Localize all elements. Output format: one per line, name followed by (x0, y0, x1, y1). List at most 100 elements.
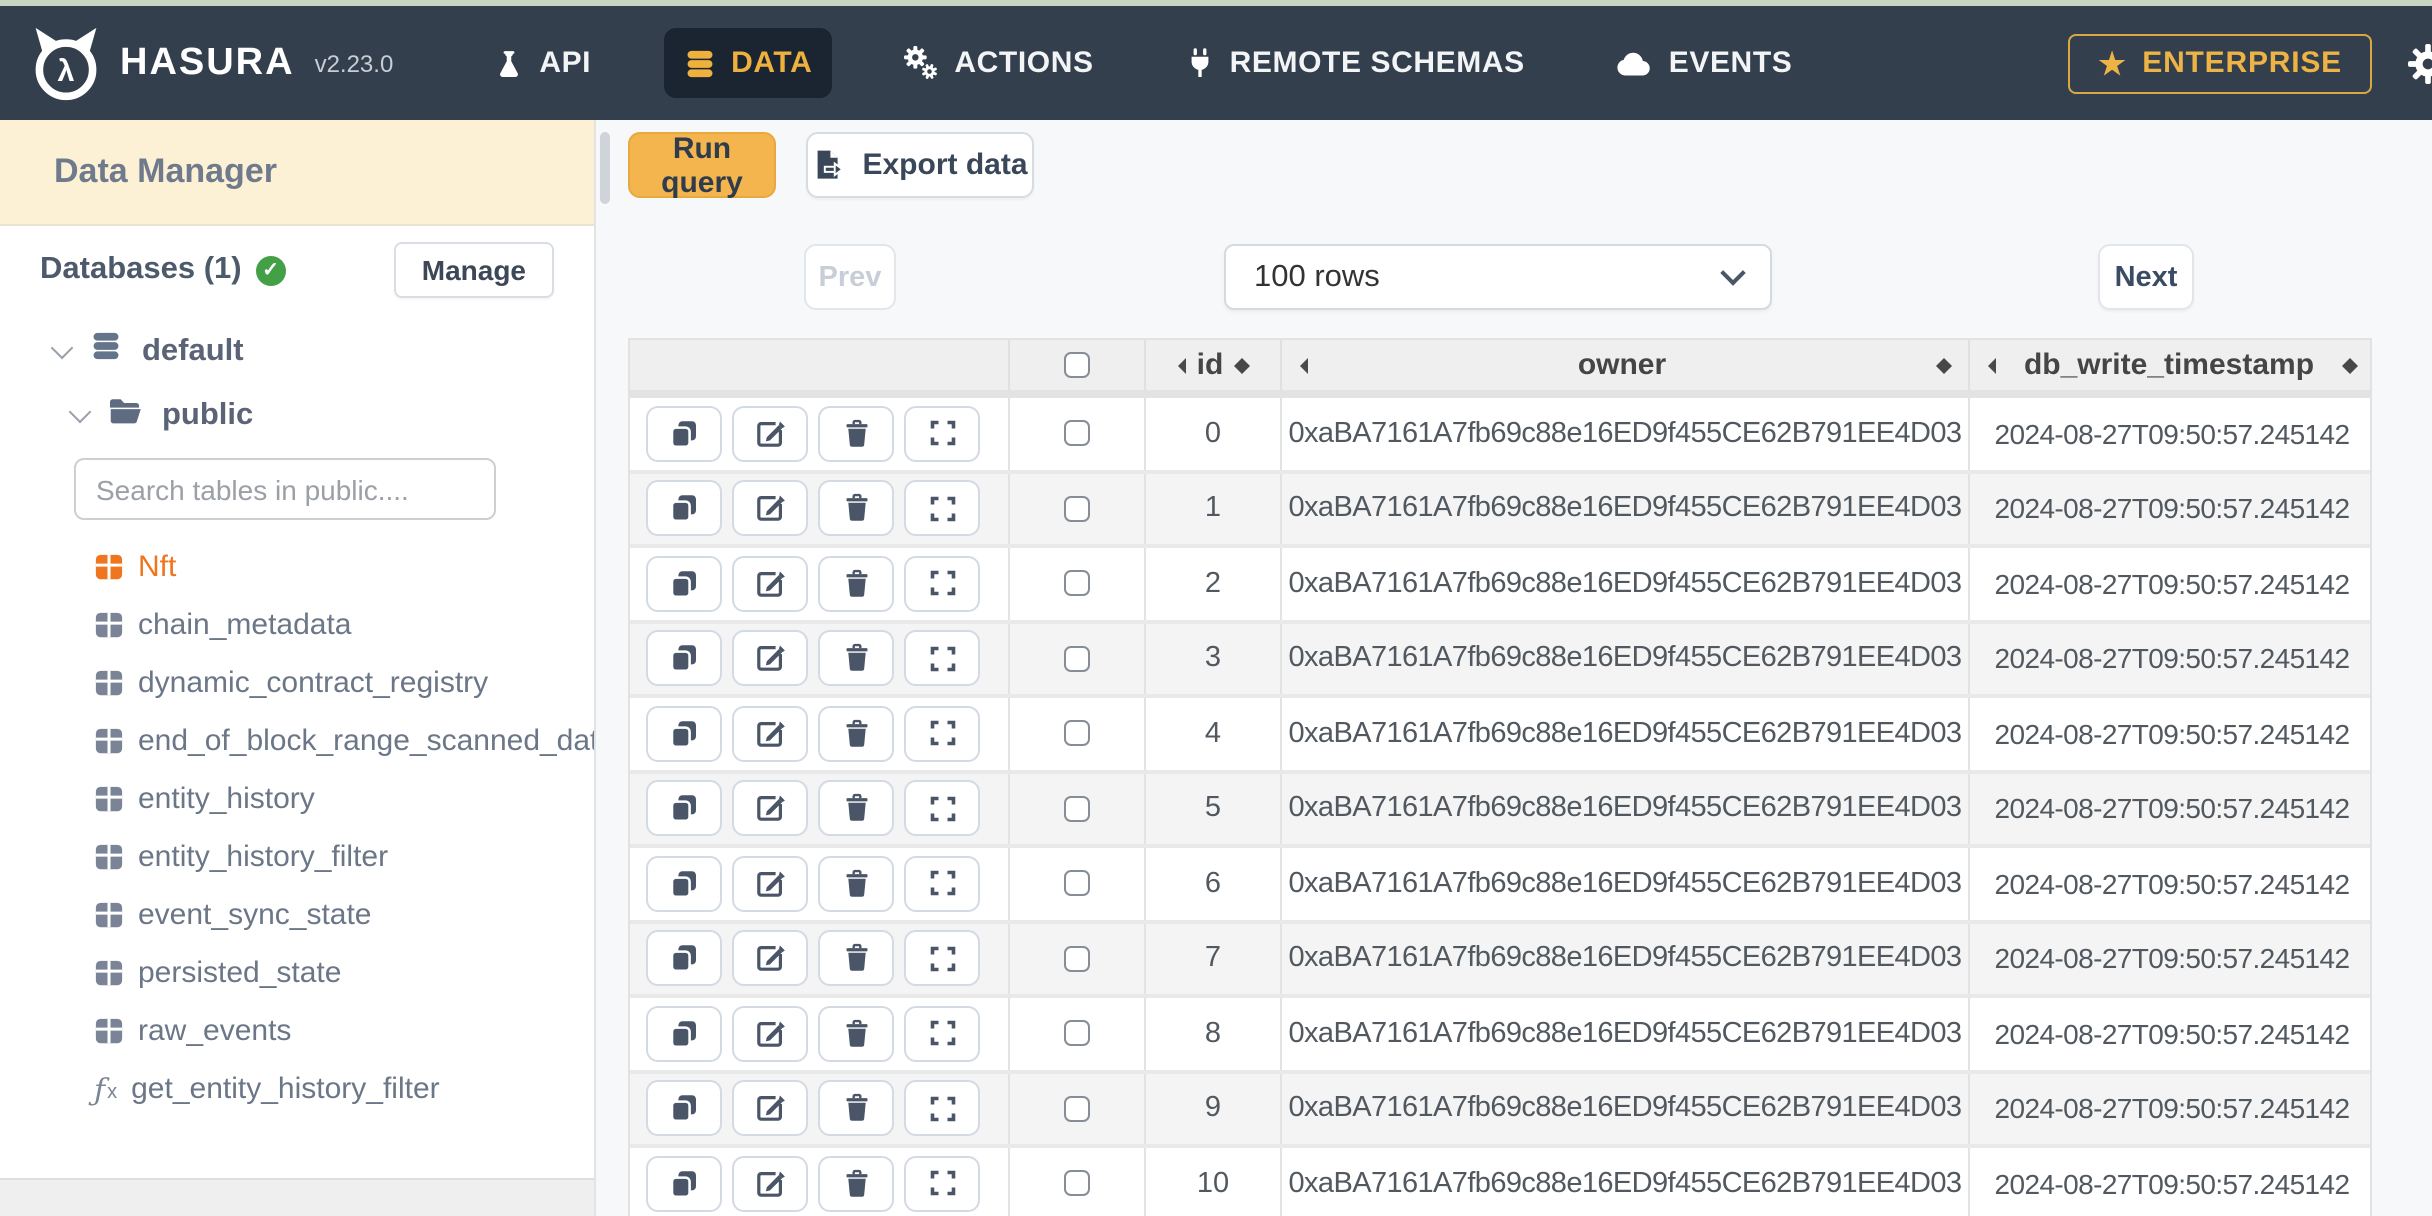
row-checkbox[interactable] (1064, 945, 1090, 972)
edit-row-button[interactable] (732, 1155, 808, 1212)
expand-row-button[interactable] (904, 780, 980, 837)
edit-row-button[interactable] (732, 1005, 808, 1062)
cell-owner: 0xaBA7161A7fb69c88e16ED9f455CE62B791EE4D… (1282, 1148, 1970, 1216)
sidebar-item-end_of_block_range_scanned_data[interactable]: end_of_block_range_scanned_data (0, 712, 594, 770)
sidebar-item-event_sync_state[interactable]: event_sync_state (0, 886, 594, 944)
header-id: id (1146, 340, 1282, 390)
sort-icon[interactable] (1233, 349, 1250, 381)
prev-page-button[interactable]: Prev (804, 244, 896, 310)
settings-gear-icon[interactable] (2408, 43, 2432, 83)
nav-item-data[interactable]: DATA (663, 28, 833, 98)
version-label: v2.23.0 (314, 49, 394, 77)
schema-name: public (162, 398, 254, 432)
row-checkbox[interactable] (1064, 1020, 1090, 1047)
clone-row-button[interactable] (646, 555, 722, 612)
next-page-button[interactable]: Next (2098, 244, 2194, 310)
sort-icon[interactable] (2341, 349, 2358, 381)
delete-row-button[interactable] (818, 930, 894, 987)
clone-row-button[interactable] (646, 1080, 722, 1137)
edit-row-button[interactable] (732, 405, 808, 462)
nav-item-actions[interactable]: ACTIONS (884, 28, 1113, 98)
edit-row-button[interactable] (732, 630, 808, 687)
row-checkbox[interactable] (1064, 870, 1090, 897)
sidebar-item-chain_metadata[interactable]: chain_metadata (0, 596, 594, 654)
expand-row-button[interactable] (904, 855, 980, 912)
clone-row-button[interactable] (646, 405, 722, 462)
row-checkbox[interactable] (1064, 1095, 1090, 1122)
row-checkbox[interactable] (1064, 420, 1090, 447)
expand-row-button[interactable] (904, 1155, 980, 1212)
row-checkbox[interactable] (1064, 1170, 1090, 1197)
enterprise-button[interactable]: ★ ENTERPRISE (2068, 33, 2372, 93)
edit-row-button[interactable] (732, 780, 808, 837)
delete-row-button[interactable] (818, 1080, 894, 1137)
delete-row-button[interactable] (818, 405, 894, 462)
rows-per-page-select[interactable]: 100 rows (1224, 244, 1772, 310)
collapse-column-icon[interactable] (1292, 357, 1308, 373)
clone-row-button[interactable] (646, 630, 722, 687)
nav-item-events[interactable]: EVENTS (1597, 28, 1813, 98)
clone-row-button[interactable] (646, 1005, 722, 1062)
sidebar-item-Nft[interactable]: Nft (0, 538, 594, 596)
sort-icon[interactable] (1936, 349, 1952, 381)
clone-row-button[interactable] (646, 780, 722, 837)
row-checkbox[interactable] (1064, 495, 1090, 522)
delete-row-button[interactable] (818, 1155, 894, 1212)
delete-row-button[interactable] (818, 855, 894, 912)
run-query-button[interactable]: Run query (628, 131, 776, 199)
sidebar-item-entity_history_filter[interactable]: entity_history_filter (0, 828, 594, 886)
expand-row-button[interactable] (904, 555, 980, 612)
expand-icon (927, 1019, 957, 1049)
expand-row-button[interactable] (904, 480, 980, 537)
export-icon (812, 148, 845, 182)
edit-row-button[interactable] (732, 705, 808, 762)
table-row: 6 0xaBA7161A7fb69c88e16ED9f455CE62B791EE4… (630, 848, 2370, 923)
edit-row-button[interactable] (732, 855, 808, 912)
edit-row-button[interactable] (732, 480, 808, 537)
expand-row-button[interactable] (904, 1080, 980, 1137)
copy-icon (668, 1093, 700, 1125)
search-tables-input[interactable] (74, 458, 496, 520)
sidebar-item-entity_history[interactable]: entity_history (0, 770, 594, 828)
row-checkbox[interactable] (1064, 570, 1090, 597)
manage-button[interactable]: Manage (393, 242, 554, 298)
tree-node-default[interactable]: default (50, 330, 594, 372)
clone-row-button[interactable] (646, 930, 722, 987)
nav-item-api[interactable]: API (473, 28, 611, 98)
expand-row-button[interactable] (904, 630, 980, 687)
row-select-cell (1010, 998, 1146, 1069)
delete-row-button[interactable] (818, 555, 894, 612)
select-all-checkbox[interactable] (1064, 352, 1090, 378)
sidebar-item-raw_events[interactable]: raw_events (0, 1002, 594, 1060)
row-checkbox[interactable] (1064, 645, 1090, 672)
expand-row-button[interactable] (904, 1005, 980, 1062)
delete-row-button[interactable] (818, 630, 894, 687)
export-data-button[interactable]: Export data (806, 132, 1034, 198)
expand-row-button[interactable] (904, 705, 980, 762)
collapse-column-icon[interactable] (1980, 357, 1996, 373)
clone-row-button[interactable] (646, 480, 722, 537)
expand-row-button[interactable] (904, 405, 980, 462)
delete-row-button[interactable] (818, 705, 894, 762)
clone-row-button[interactable] (646, 705, 722, 762)
chevron-down-icon[interactable] (68, 400, 92, 424)
row-checkbox[interactable] (1064, 720, 1090, 747)
delete-row-button[interactable] (818, 1005, 894, 1062)
sidebar-item-get_entity_history_filter[interactable]: ƒ x get_entity_history_filter (0, 1060, 594, 1118)
sidebar-item-persisted_state[interactable]: persisted_state (0, 944, 594, 1002)
edit-row-button[interactable] (732, 555, 808, 612)
trash-icon (841, 793, 871, 825)
chevron-down-icon[interactable] (50, 335, 74, 359)
expand-row-button[interactable] (904, 930, 980, 987)
clone-row-button[interactable] (646, 855, 722, 912)
sidebar-item-dynamic_contract_registry[interactable]: dynamic_contract_registry (0, 654, 594, 712)
delete-row-button[interactable] (818, 780, 894, 837)
nav-item-remote-schemas[interactable]: REMOTE SCHEMAS (1166, 28, 1545, 98)
tree-node-public[interactable]: public (68, 396, 594, 436)
collapse-column-icon[interactable] (1171, 357, 1187, 373)
row-checkbox[interactable] (1064, 795, 1090, 822)
edit-row-button[interactable] (732, 1080, 808, 1137)
clone-row-button[interactable] (646, 1155, 722, 1212)
delete-row-button[interactable] (818, 480, 894, 537)
edit-row-button[interactable] (732, 930, 808, 987)
